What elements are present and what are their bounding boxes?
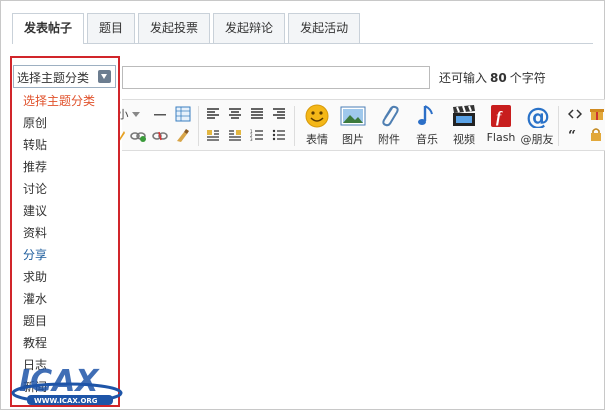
smiley-icon (305, 104, 329, 128)
tab-poll[interactable]: 发起投票 (138, 13, 211, 43)
toolbar-separator (294, 106, 295, 146)
image-icon (340, 106, 366, 126)
bullet-list-icon[interactable] (272, 129, 286, 141)
lock-icon[interactable] (590, 127, 602, 142)
unlink-icon[interactable] (152, 130, 168, 142)
svg-text:WWW.ICAX.ORG: WWW.ICAX.ORG (34, 397, 98, 405)
mention-button[interactable]: @ @朋友 (518, 104, 556, 147)
float-left-icon[interactable] (206, 129, 220, 141)
annotation-highlight-box (10, 56, 120, 407)
tab-activity[interactable]: 发起活动 (288, 13, 361, 43)
tab-post[interactable]: 发表帖子 (12, 13, 85, 44)
tab-question[interactable]: 题目 (87, 13, 136, 43)
quote-icon[interactable]: “ (568, 130, 580, 140)
align-right-icon[interactable] (272, 108, 286, 120)
align-justify-icon[interactable] (250, 108, 264, 120)
editor-toolbar: 小 123 表情 图片 附件 音乐 视频 f Flash @ @朋友 “ (118, 99, 605, 151)
toolbar-separator (558, 106, 559, 146)
clear-format-icon[interactable] (174, 128, 190, 144)
table-icon[interactable] (175, 106, 191, 122)
paperclip-icon (382, 105, 399, 127)
gift-icon[interactable] (590, 105, 604, 121)
code-icon[interactable] (568, 109, 582, 119)
music-button[interactable]: 音乐 (408, 104, 446, 147)
video-button[interactable]: 视频 (445, 104, 483, 147)
editor-frame: 发表帖子 题目 发起投票 发起辩论 发起活动 还可输入80个字符 小 123 (0, 0, 605, 410)
post-type-tabs: 发表帖子 题目 发起投票 发起辩论 发起活动 (12, 13, 361, 44)
icax-watermark-logo: ICAX WWW.ICAX.ORG (11, 364, 123, 405)
chevron-down-icon[interactable] (132, 112, 140, 118)
toolbar-separator (198, 106, 199, 146)
attachment-button[interactable]: 附件 (370, 104, 408, 147)
at-icon: @ (526, 104, 550, 128)
ordered-list-icon[interactable]: 123 (250, 129, 264, 141)
clapperboard-icon (453, 105, 475, 126)
char-remaining: 还可输入 80 个字符 (439, 71, 546, 85)
music-note-icon (418, 105, 433, 125)
tab-debate[interactable]: 发起辩论 (213, 13, 286, 43)
svg-text:“: “ (568, 130, 576, 140)
flash-icon: f (491, 105, 511, 127)
image-button[interactable]: 图片 (334, 104, 372, 147)
svg-text:3: 3 (250, 137, 253, 141)
svg-text:@: @ (526, 104, 550, 128)
svg-text:ICAX: ICAX (19, 364, 100, 399)
align-left-icon[interactable] (206, 108, 220, 120)
subject-input[interactable] (122, 66, 430, 89)
horizontal-rule-icon[interactable] (153, 109, 167, 121)
tab-divider (12, 43, 593, 44)
link-icon[interactable] (130, 130, 146, 142)
flash-button[interactable]: f Flash (482, 104, 520, 144)
float-right-icon[interactable] (228, 129, 242, 141)
align-center-icon[interactable] (228, 108, 242, 120)
emoji-button[interactable]: 表情 (298, 104, 336, 147)
